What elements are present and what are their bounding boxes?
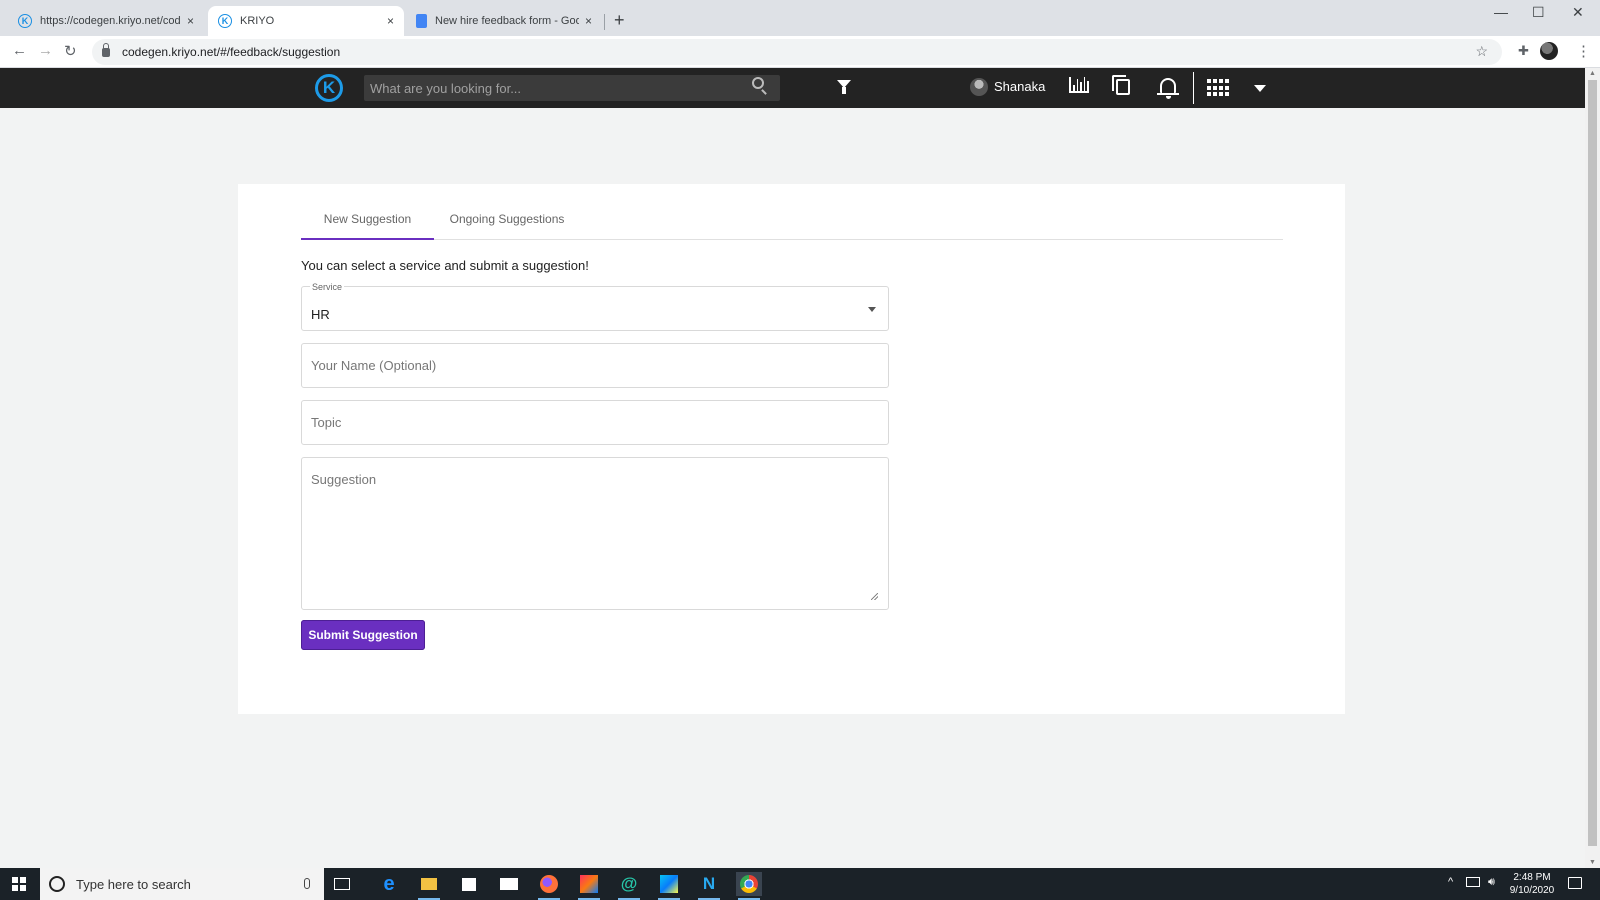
topic-field-wrapper: [301, 400, 889, 445]
kriyo-icon: K: [218, 14, 232, 28]
url-text: codegen.kriyo.net/#/feedback/suggestion: [122, 45, 341, 59]
tray-chevron-up-icon[interactable]: ^: [1448, 876, 1453, 888]
analytics-app-icon[interactable]: N: [696, 872, 722, 900]
notifications-bell-icon[interactable]: [1157, 78, 1179, 99]
webstorm-icon[interactable]: [656, 872, 682, 900]
browser-tab-kriyo[interactable]: K KRIYO ×: [208, 6, 404, 36]
cortana-icon: [49, 876, 65, 892]
user-avatar[interactable]: [970, 78, 988, 96]
task-view-icon[interactable]: [334, 878, 350, 890]
network-icon[interactable]: [1466, 877, 1480, 887]
intellij-icon[interactable]: [576, 872, 602, 900]
page-scrollbar[interactable]: ▲ ▼: [1585, 68, 1600, 868]
user-name[interactable]: Shanaka: [994, 79, 1045, 94]
edge-icon[interactable]: e: [376, 872, 402, 896]
tab-ongoing-suggestions[interactable]: Ongoing Suggestions: [445, 200, 569, 240]
close-tab-icon[interactable]: ×: [585, 14, 592, 28]
tab-title: https://codegen.kriyo.net/codeg: [40, 15, 181, 27]
bookmark-star-icon[interactable]: ☆: [1475, 43, 1488, 60]
reload-button[interactable]: ↻: [64, 42, 77, 60]
name-input[interactable]: [302, 344, 888, 387]
browser-toolbar: ← → ↻ codegen.kriyo.net/#/feedback/sugge…: [0, 36, 1600, 68]
taskbar-search-box[interactable]: Type here to search: [40, 868, 324, 900]
lock-icon: [102, 42, 110, 57]
suggestion-card: New Suggestion Ongoing Suggestions You c…: [238, 184, 1345, 714]
chevron-down-icon[interactable]: [1254, 85, 1266, 92]
store-icon[interactable]: [456, 872, 482, 896]
chrome-icon[interactable]: [736, 872, 762, 900]
clock-date: 9/10/2020: [1509, 885, 1555, 896]
app-header: K Shanaka: [0, 68, 1600, 108]
kriyo-logo[interactable]: K: [315, 74, 343, 102]
file-explorer-icon[interactable]: [416, 872, 442, 900]
maximize-button[interactable]: ☐: [1532, 4, 1545, 21]
google-docs-icon: [416, 14, 427, 28]
taskbar-clock[interactable]: 2:48 PM 9/10/2020: [1502, 871, 1562, 897]
action-center-icon[interactable]: [1568, 877, 1582, 889]
filter-icon[interactable]: [837, 80, 851, 94]
service-value: HR: [311, 307, 330, 322]
tab-title: KRIYO: [240, 15, 275, 27]
at-app-icon[interactable]: @: [616, 872, 642, 900]
clock-time: 2:48 PM: [1513, 872, 1551, 883]
close-window-button[interactable]: ✕: [1572, 4, 1584, 21]
back-button[interactable]: ←: [12, 42, 27, 59]
kriyo-icon: K: [18, 14, 32, 28]
chrome-profile-avatar[interactable]: [1540, 42, 1558, 60]
windows-start-icon[interactable]: [12, 877, 26, 891]
dropdown-arrow-icon[interactable]: [868, 307, 876, 312]
volume-icon[interactable]: 🔊︎: [1488, 876, 1495, 889]
suggestion-tabs: New Suggestion Ongoing Suggestions: [301, 200, 1283, 240]
apps-grid-icon[interactable]: [1207, 79, 1229, 97]
browser-tab-codegen[interactable]: K https://codegen.kriyo.net/codeg ×: [8, 6, 204, 36]
tab-title: New hire feedback form - Googl: [435, 15, 579, 27]
mail-icon[interactable]: [496, 872, 522, 896]
tab-separator: [604, 14, 605, 30]
scroll-down-icon[interactable]: ▼: [1589, 859, 1596, 866]
chrome-menu-icon[interactable]: ⋮: [1576, 42, 1591, 60]
service-label: Service: [310, 282, 345, 292]
global-search-input[interactable]: [364, 75, 780, 101]
extensions-icon[interactable]: ✚: [1518, 43, 1529, 59]
forward-button[interactable]: →: [38, 42, 53, 59]
search-icon[interactable]: [752, 77, 764, 89]
browser-tab-feedback-form[interactable]: New hire feedback form - Googl ×: [406, 6, 602, 36]
microphone-icon[interactable]: [304, 878, 310, 889]
tab-new-suggestion[interactable]: New Suggestion: [301, 200, 434, 240]
scroll-up-icon[interactable]: ▲: [1589, 70, 1596, 77]
new-tab-button[interactable]: +: [614, 10, 625, 31]
submit-suggestion-button[interactable]: Submit Suggestion: [301, 620, 425, 650]
analytics-bar-chart-icon[interactable]: [1069, 77, 1089, 93]
form-intro-text: You can select a service and submit a su…: [301, 258, 589, 273]
close-tab-icon[interactable]: ×: [187, 14, 194, 28]
minimize-button[interactable]: —: [1494, 4, 1508, 20]
suggestion-field-wrapper: [301, 457, 889, 610]
browser-tab-strip: K https://codegen.kriyo.net/codeg × K KR…: [0, 0, 1600, 36]
address-bar[interactable]: codegen.kriyo.net/#/feedback/suggestion …: [92, 39, 1502, 65]
service-select[interactable]: Service HR: [301, 282, 889, 331]
resize-handle-icon[interactable]: [871, 593, 878, 600]
firefox-icon[interactable]: [536, 872, 562, 900]
topic-input[interactable]: [302, 401, 888, 444]
taskbar-search-placeholder: Type here to search: [76, 876, 191, 892]
suggestion-textarea[interactable]: [302, 458, 888, 609]
close-tab-icon[interactable]: ×: [387, 14, 394, 28]
scrollbar-thumb[interactable]: [1588, 80, 1597, 846]
name-field-wrapper: [301, 343, 889, 388]
windows-taskbar: Type here to search e @ N ^ 🔊︎ 2:48 PM 9…: [0, 868, 1600, 900]
header-divider: [1193, 72, 1194, 104]
copy-icon[interactable]: [1112, 75, 1130, 95]
